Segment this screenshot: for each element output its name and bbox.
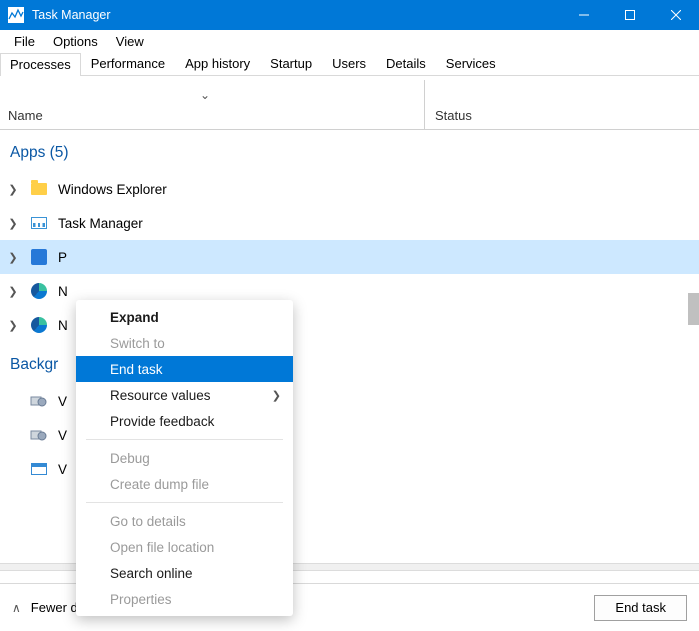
menu-options[interactable]: Options (44, 32, 107, 51)
ctx-separator (86, 439, 283, 440)
tab-details[interactable]: Details (376, 52, 436, 75)
scrollbar-thumb[interactable] (688, 293, 699, 325)
end-task-button[interactable]: End task (594, 595, 687, 621)
edge-icon (30, 316, 48, 334)
tab-performance[interactable]: Performance (81, 52, 175, 75)
expand-chevron-icon[interactable]: ❯ (6, 251, 20, 264)
maximize-button[interactable] (607, 0, 653, 30)
group-apps-header: Apps (5) (0, 130, 699, 172)
column-name[interactable]: Name (0, 108, 424, 123)
chevron-up-icon[interactable]: ∧ (12, 601, 21, 615)
process-row[interactable]: ❯ Task Manager (0, 206, 699, 240)
title-bar: Task Manager (0, 0, 699, 30)
ctx-switch-to: Switch to (76, 330, 293, 356)
process-name: P (58, 250, 67, 265)
ctx-search-online[interactable]: Search online (76, 560, 293, 586)
ctx-resource-values[interactable]: Resource values ❯ (76, 382, 293, 408)
tab-bar: Processes Performance App history Startu… (0, 52, 699, 76)
process-name: N (58, 318, 68, 333)
process-name: V (58, 462, 67, 477)
menu-view[interactable]: View (107, 32, 153, 51)
tab-services[interactable]: Services (436, 52, 506, 75)
process-name: V (58, 428, 67, 443)
ctx-separator (86, 502, 283, 503)
sort-indicator-icon: ⌄ (200, 88, 210, 102)
ctx-create-dump-file: Create dump file (76, 471, 293, 497)
service-icon (30, 392, 48, 410)
ctx-expand[interactable]: Expand (76, 304, 293, 330)
process-name: N (58, 284, 68, 299)
process-row[interactable]: ❯ Windows Explorer (0, 172, 699, 206)
expand-chevron-icon[interactable]: ❯ (6, 183, 20, 196)
tab-startup[interactable]: Startup (260, 52, 322, 75)
close-button[interactable] (653, 0, 699, 30)
menu-bar: File Options View (0, 30, 699, 52)
process-name: Windows Explorer (58, 182, 167, 197)
ctx-end-task[interactable]: End task (76, 356, 293, 382)
ctx-item-label: Resource values (110, 388, 211, 403)
menu-file[interactable]: File (5, 32, 44, 51)
app-icon-generic (30, 248, 48, 266)
ctx-go-to-details: Go to details (76, 508, 293, 534)
context-menu: Expand Switch to End task Resource value… (76, 300, 293, 616)
window-title: Task Manager (32, 8, 111, 22)
service-icon (30, 426, 48, 444)
expand-chevron-icon[interactable]: ❯ (6, 217, 20, 230)
process-row[interactable]: ❯ P (0, 240, 699, 274)
tab-users[interactable]: Users (322, 52, 376, 75)
column-status[interactable]: Status (425, 108, 472, 123)
app-icon (8, 7, 24, 23)
minimize-button[interactable] (561, 0, 607, 30)
expand-chevron-icon[interactable]: ❯ (6, 285, 20, 298)
ctx-provide-feedback[interactable]: Provide feedback (76, 408, 293, 434)
ctx-properties: Properties (76, 586, 293, 612)
process-name: V (58, 394, 67, 409)
ctx-debug: Debug (76, 445, 293, 471)
window-icon (30, 460, 48, 478)
task-manager-icon (30, 214, 48, 232)
edge-icon (30, 282, 48, 300)
submenu-chevron-icon: ❯ (272, 389, 281, 402)
column-headers: ⌄ Name Status (0, 102, 699, 130)
ctx-open-file-location: Open file location (76, 534, 293, 560)
process-name: Task Manager (58, 216, 143, 231)
expand-chevron-icon[interactable]: ❯ (6, 319, 20, 332)
folder-icon (30, 180, 48, 198)
tab-processes[interactable]: Processes (0, 53, 81, 76)
tab-app-history[interactable]: App history (175, 52, 260, 75)
